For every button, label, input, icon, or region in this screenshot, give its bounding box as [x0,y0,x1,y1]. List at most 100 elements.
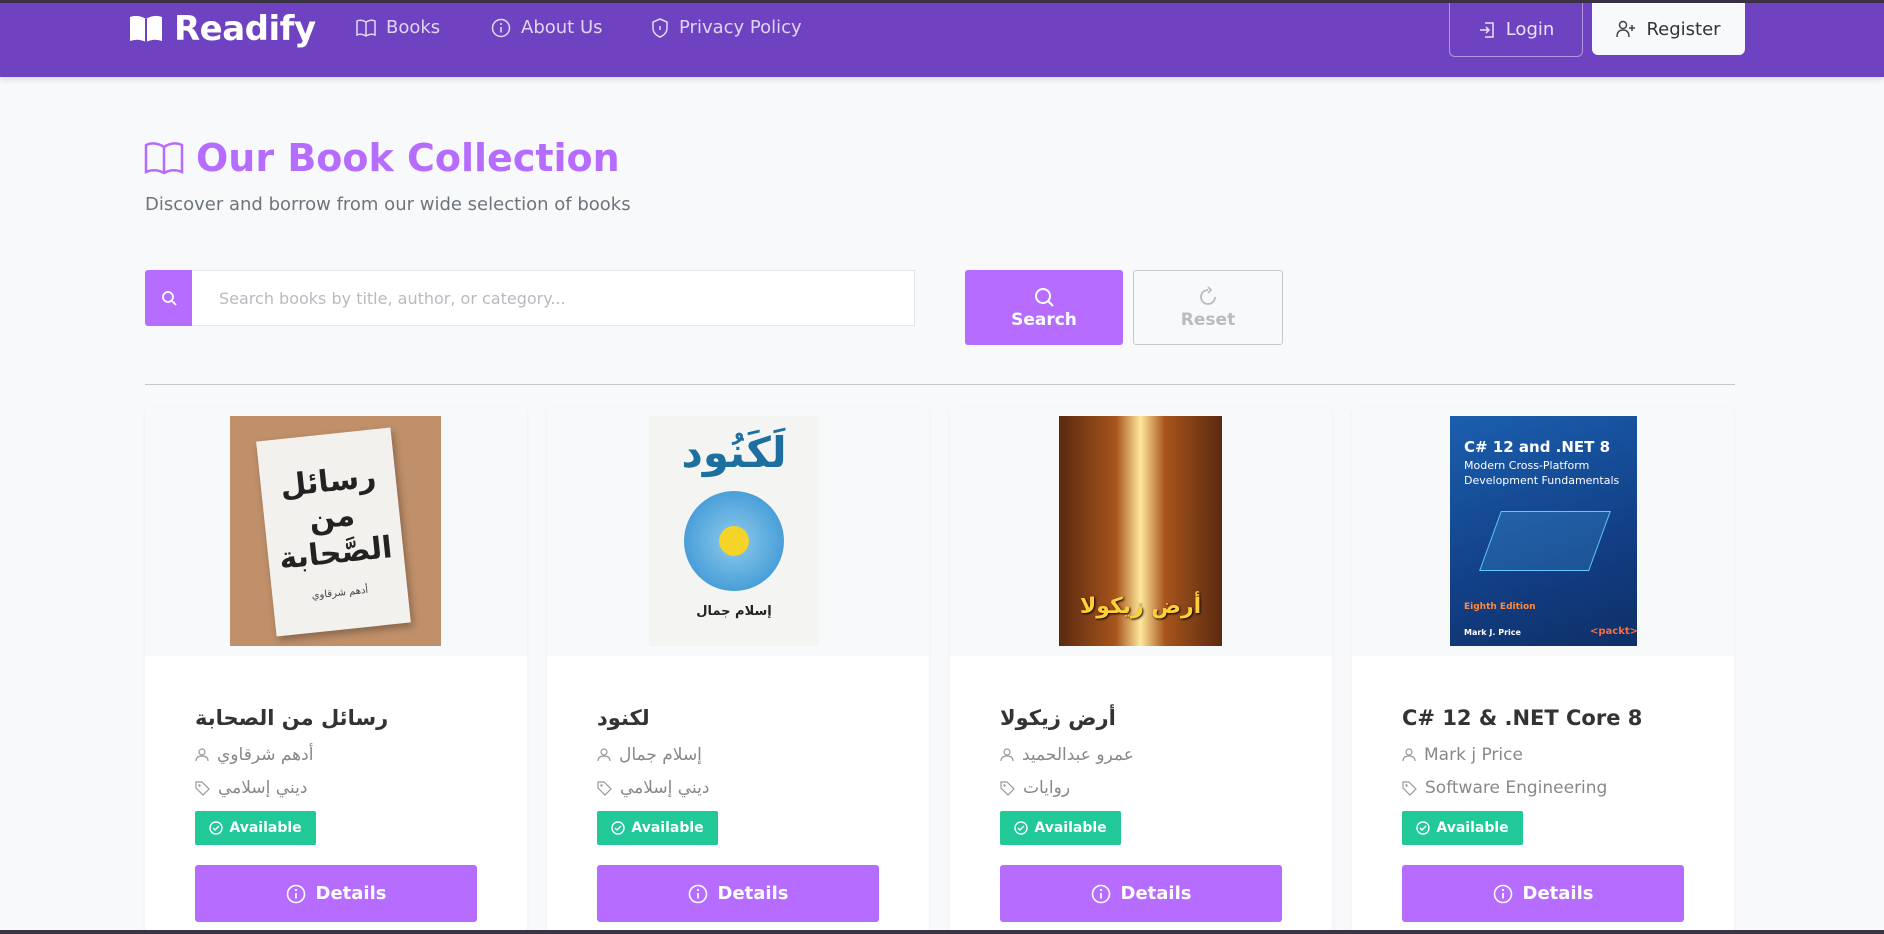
tag-icon [597,780,612,796]
reset-button-label: Reset [1180,309,1236,330]
search-icon [161,291,177,306]
status-badge: Available [1000,811,1121,845]
login-label: Login [1505,19,1555,40]
book-category-name: ديني إسلامي [218,778,308,798]
details-button[interactable]: Details [597,865,879,922]
book-category: ديني إسلامي [597,778,709,798]
book-category: ديني إسلامي [195,778,307,798]
book-author: Mark j Price [1402,745,1523,765]
book-open-icon [144,142,184,175]
smiley-icon [719,526,749,556]
cover-book: رسائل من الصَّحابة أدهم شرقاوي [256,427,411,637]
nav-link-label: Books [386,17,441,38]
info-icon [688,884,707,903]
window-bottom-border [0,930,1884,934]
page-title-text: Our Book Collection [196,136,620,180]
tag-icon [1000,780,1015,796]
details-button-label: Details [1120,883,1192,904]
book-cover-area: لَكَنُود إسلام جمال [547,408,929,656]
book-title[interactable]: رسائل من الصحابة [195,706,388,730]
book-category-name: روايات [1023,778,1071,798]
cover-author: Mark J. Price [1464,628,1521,637]
info-icon [1091,884,1110,903]
book-title[interactable]: C# 12 & .NET Core 8 [1402,706,1642,730]
book-title[interactable]: لكنود [597,706,650,730]
book-cover-area: رسائل من الصَّحابة أدهم شرقاوي [145,408,527,656]
login-icon [1479,21,1494,38]
check-circle-icon [1014,821,1029,835]
register-button[interactable]: Register [1592,3,1745,55]
login-button[interactable]: Login [1449,3,1583,57]
status-badge: Available [195,811,316,845]
search-addon [145,270,192,326]
status-badge: Available [597,811,718,845]
user-icon [195,748,209,762]
book-cover-image[interactable]: رسائل من الصَّحابة أدهم شرقاوي [230,416,441,646]
book-card: C# 12 and .NET 8 Modern Cross-Platform D… [1352,408,1734,934]
search-button[interactable]: Search [965,270,1123,345]
book-cover-image[interactable]: أرض زيكولا [1059,416,1222,646]
section-divider [145,384,1735,385]
book-cover-area: C# 12 and .NET 8 Modern Cross-Platform D… [1352,408,1734,656]
book-author-name: إسلام جمال [619,745,702,765]
reset-button[interactable]: Reset [1133,270,1283,345]
nav-link-label: Privacy Policy [679,17,802,38]
user-icon [1000,748,1014,762]
book-category-name: ديني إسلامي [620,778,710,798]
check-circle-icon [209,821,224,835]
check-circle-icon [1416,821,1431,835]
nav-link-privacy[interactable]: Privacy Policy [651,17,802,38]
book-author: إسلام جمال [597,745,702,765]
tag-icon [1402,780,1417,796]
book-open-icon [356,18,376,37]
user-icon [597,748,611,762]
status-badge-label: Available [1034,820,1107,836]
search-input[interactable] [192,270,915,326]
nav-link-label: About Us [521,17,603,38]
book-author-name: أدهم شرقاوي [217,745,314,765]
nav-link-books[interactable]: Books [356,17,440,38]
status-badge-label: Available [1436,820,1509,836]
cover-edition: Eighth Edition [1464,602,1536,612]
page-title: Our Book Collection [144,136,620,180]
details-button[interactable]: Details [1402,865,1684,922]
book-card: رسائل من الصَّحابة أدهم شرقاوي رسائل من … [145,408,527,934]
details-button-label: Details [315,883,387,904]
cover-title-line: Modern Cross-Platform [1464,459,1590,472]
info-icon [491,18,511,37]
nav-link-about[interactable]: About Us [491,17,603,38]
status-badge: Available [1402,811,1523,845]
book-icon [130,15,162,42]
book-card: لَكَنُود إسلام جمال لكنود إسلام جمال دين… [547,408,929,934]
tag-icon [195,780,210,796]
details-button[interactable]: Details [195,865,477,922]
info-icon [286,884,305,903]
book-title[interactable]: أرض زيكولا [1000,706,1116,730]
cover-art [1479,511,1611,571]
book-author-name: Mark j Price [1424,745,1523,765]
book-author-name: عمرو عبدالحميد [1022,745,1134,765]
status-badge-label: Available [229,820,302,836]
cover-title-line: أرض زيكولا [1079,594,1202,619]
navbar: Readify Books About Us Privacy Policy Lo… [0,3,1884,77]
book-cover-area: أرض زيكولا [950,408,1332,656]
shield-icon [652,17,668,38]
cover-publisher: <packt> [1590,626,1637,637]
user-icon [1402,748,1416,762]
book-cover-image[interactable]: لَكَنُود إسلام جمال [649,416,819,646]
details-button-label: Details [1522,883,1594,904]
book-author: عمرو عبدالحميد [1000,745,1134,765]
status-badge-label: Available [631,820,704,836]
brand-logo[interactable]: Readify [128,9,316,49]
details-button-label: Details [717,883,789,904]
cover-author: إسلام جمال [696,604,772,619]
brand-name: Readify [174,9,316,49]
details-button[interactable]: Details [1000,865,1282,922]
book-author: أدهم شرقاوي [195,745,313,765]
book-card: أرض زيكولا أرض زيكولا عمرو عبدالحميد روا… [950,408,1332,934]
cover-title-line: C# 12 and .NET 8 [1464,438,1611,456]
check-circle-icon [611,821,626,835]
search-button-label: Search [1011,309,1077,330]
book-cover-image[interactable]: C# 12 and .NET 8 Modern Cross-Platform D… [1450,416,1637,646]
cover-title-line: لَكَنُود [681,428,787,477]
